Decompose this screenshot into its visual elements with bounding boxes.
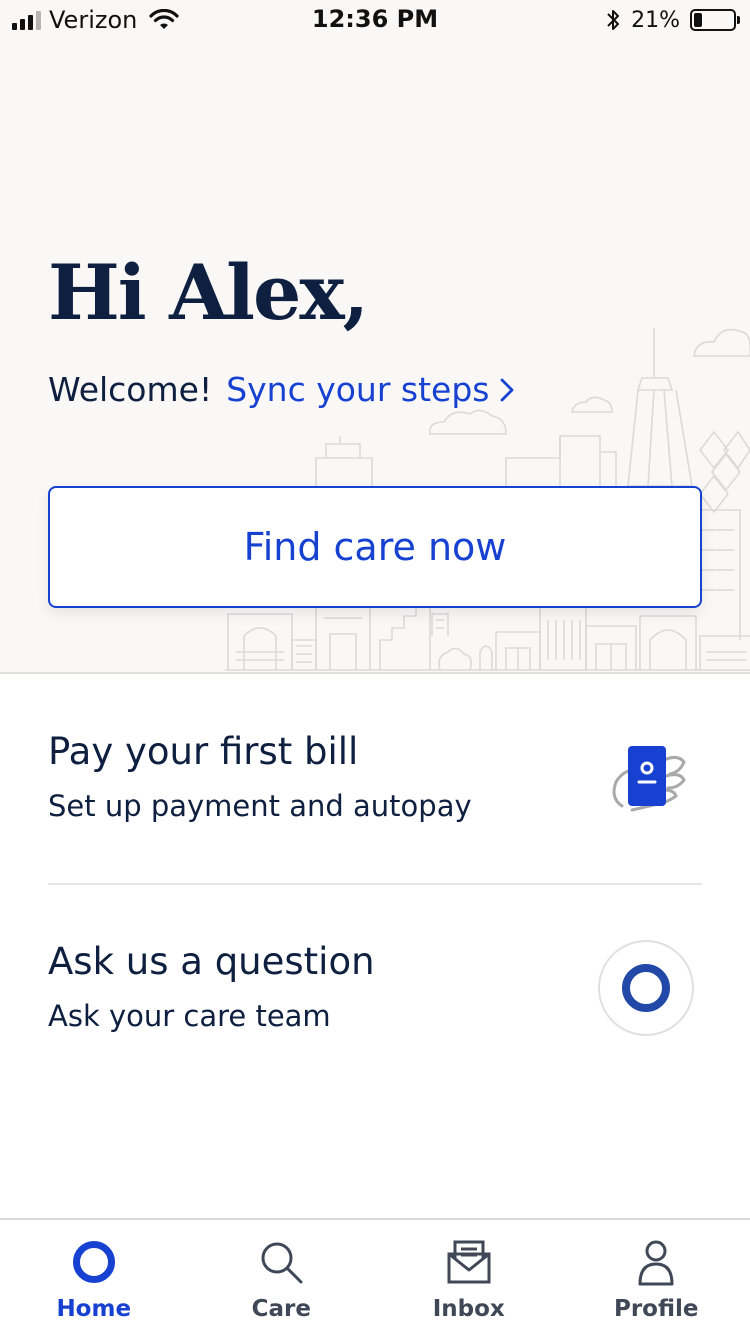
bluetooth-icon [607, 10, 620, 30]
status-right: 21% [605, 6, 740, 34]
tab-care-label: Care [251, 1296, 311, 1322]
tab-care[interactable]: Care [188, 1220, 376, 1334]
sync-steps-label: Sync your steps [226, 370, 490, 409]
hero-section: Hi Alex, Welcome! Sync your steps Find c… [0, 40, 750, 674]
pay-bill-card[interactable]: Pay your first bill Set up payment and a… [48, 730, 702, 884]
tab-bar: Home Care Inbox Profile [0, 1218, 750, 1334]
tab-profile[interactable]: Profile [563, 1220, 750, 1334]
battery-percent: 21% [631, 7, 680, 33]
search-icon [261, 1242, 303, 1284]
home-ring-icon [70, 1238, 118, 1286]
sync-steps-link[interactable]: Sync your steps [226, 370, 515, 409]
card-divider [48, 883, 702, 885]
battery-icon [690, 9, 740, 31]
status-bar: Verizon 12:36 PM 21% [0, 0, 750, 40]
pay-bill-title: Pay your first bill [48, 730, 359, 773]
ask-question-card[interactable]: Ask us a question Ask your care team [48, 940, 702, 1090]
profile-icon [638, 1240, 674, 1286]
welcome-row: Welcome! Sync your steps [48, 370, 515, 409]
inbox-icon [447, 1240, 491, 1284]
tab-home[interactable]: Home [0, 1220, 188, 1334]
battery-fill [694, 13, 702, 27]
tab-profile-label: Profile [613, 1296, 699, 1322]
pay-bill-subtitle: Set up payment and autopay [48, 789, 472, 823]
chat-ring-icon [598, 940, 694, 1036]
ring-icon [622, 964, 670, 1012]
chevron-right-icon [501, 378, 514, 401]
tab-home-label: Home [56, 1296, 132, 1322]
find-care-now-button[interactable]: Find care now [48, 486, 702, 608]
tab-inbox[interactable]: Inbox [375, 1220, 563, 1334]
welcome-text: Welcome! [48, 370, 213, 409]
greeting-heading: Hi Alex, [48, 248, 369, 337]
payment-card-hand-icon [612, 746, 686, 812]
tab-inbox-label: Inbox [432, 1296, 505, 1322]
